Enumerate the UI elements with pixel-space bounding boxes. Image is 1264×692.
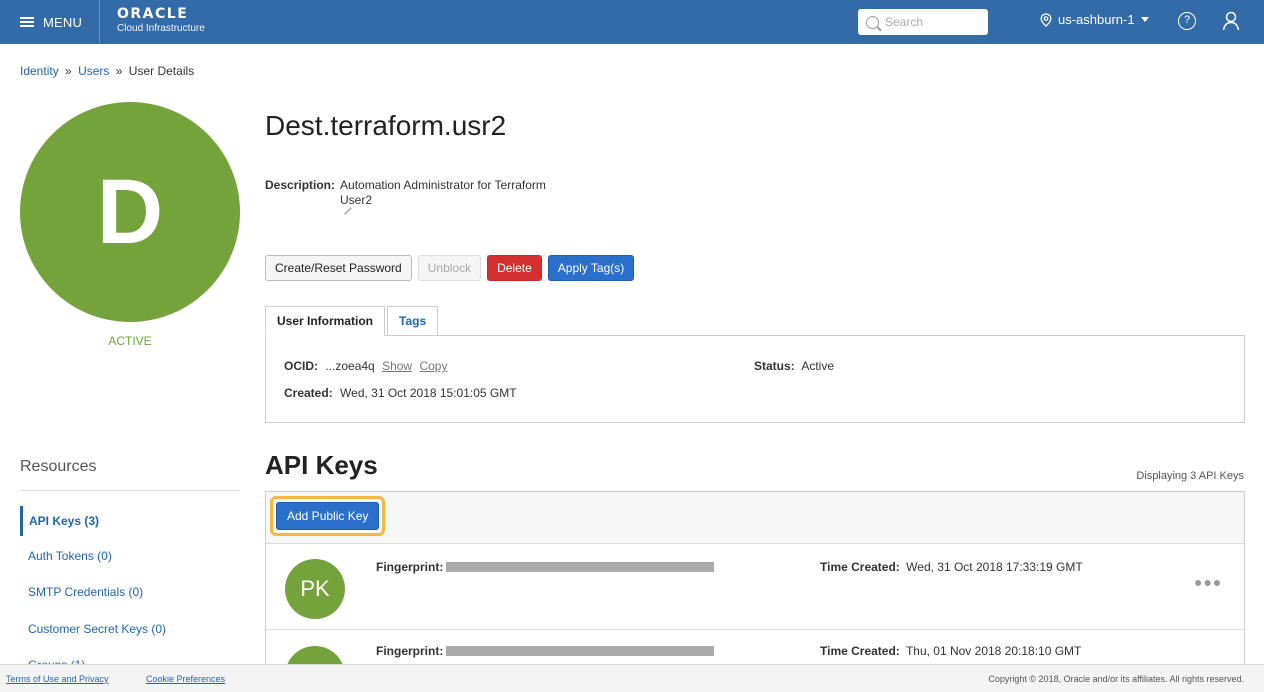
more-actions-icon[interactable]: ●●● <box>1194 574 1222 590</box>
api-keys-title: API Keys <box>265 450 378 480</box>
table-row: PK Fingerprint: Time Created: Wed, 31 Oc… <box>266 544 1244 630</box>
region-selector[interactable]: us-ashburn-1 <box>1040 12 1149 27</box>
ocid-copy-link[interactable]: Copy <box>419 359 447 373</box>
created-value: Wed, 31 Oct 2018 15:01:05 GMT <box>340 386 517 400</box>
fingerprint-label: Fingerprint: <box>376 644 444 658</box>
chevron-down-icon <box>1140 17 1149 22</box>
copyright-text: Copyright © 2018, Oracle and/or its affi… <box>988 674 1244 684</box>
tab-user-information[interactable]: User Information <box>265 306 386 336</box>
help-icon[interactable]: ? <box>1178 12 1196 30</box>
sidebar-item-smtp-credentials[interactable]: SMTP Credentials (0) <box>20 577 240 607</box>
breadcrumb-separator: » <box>115 64 123 78</box>
user-avatar: D <box>20 102 240 322</box>
key-avatar: PK <box>285 559 345 619</box>
ocid-value: ...zoea4q <box>325 359 375 373</box>
time-created: Time Created: Thu, 01 Nov 2018 20:18:10 … <box>820 644 1081 658</box>
table-row: PK Fingerprint: Time Created: Thu, 01 No… <box>266 631 1244 665</box>
breadcrumb: Identity » Users » User Details <box>20 64 194 78</box>
oracle-logo[interactable]: ORACLE Cloud Infrastructure <box>117 7 205 34</box>
time-created-label: Time Created: <box>820 644 900 658</box>
create-reset-password-button[interactable]: Create/Reset Password <box>265 255 412 281</box>
ocid-label: OCID: <box>284 359 318 373</box>
key-avatar: PK <box>285 646 345 665</box>
user-status-label: ACTIVE <box>108 334 152 348</box>
fingerprint-label: Fingerprint: <box>376 560 444 574</box>
breadcrumb-separator: » <box>65 64 72 78</box>
fingerprint-redacted <box>446 646 715 656</box>
sidebar-item-api-keys[interactable]: API Keys (3) <box>20 506 240 536</box>
status-label: Status: <box>754 359 795 373</box>
page-title: Dest.terraform.usr2 <box>265 110 507 141</box>
breadcrumb-users[interactable]: Users <box>78 64 109 78</box>
search-input[interactable] <box>885 15 981 29</box>
menu-button[interactable]: MENU <box>0 0 100 44</box>
region-label: us-ashburn-1 <box>1058 12 1135 27</box>
sidebar-item-auth-tokens[interactable]: Auth Tokens (0) <box>20 541 240 571</box>
edit-pencil-icon[interactable] <box>342 205 354 217</box>
time-created-label: Time Created: <box>820 560 900 574</box>
time-created-value: Wed, 31 Oct 2018 17:33:19 GMT <box>906 560 1083 574</box>
search-box[interactable] <box>858 9 988 35</box>
apply-tags-button[interactable]: Apply Tag(s) <box>547 255 635 281</box>
add-public-key-button[interactable]: Add Public Key <box>276 502 380 530</box>
resources-divider <box>20 490 240 491</box>
unblock-button[interactable]: Unblock <box>417 255 482 281</box>
footer: Terms of Use and Privacy Cookie Preferen… <box>0 664 1264 692</box>
fingerprint: Fingerprint: <box>376 560 715 574</box>
search-icon <box>866 15 879 29</box>
ocid-show-link[interactable]: Show <box>382 359 412 373</box>
description: Description: Automation Administrator fo… <box>265 178 560 208</box>
add-public-key-highlight: Add Public Key <box>270 496 386 536</box>
time-created: Time Created: Wed, 31 Oct 2018 17:33:19 … <box>820 560 1083 574</box>
description-label: Description: <box>265 178 336 192</box>
cookie-preferences-link[interactable]: Cookie Preferences <box>146 674 225 684</box>
breadcrumb-current: User Details <box>128 64 195 78</box>
api-keys-table: Add Public Key PK Fingerprint: Time Crea… <box>265 491 1245 666</box>
top-bar: MENU ORACLE Cloud Infrastructure us-ashb… <box>0 0 1264 44</box>
terms-link[interactable]: Terms of Use and Privacy <box>6 674 109 684</box>
created-label: Created: <box>284 386 333 400</box>
menu-label: MENU <box>43 14 83 30</box>
description-value: Automation Administrator for Terraform U… <box>340 178 546 207</box>
hamburger-icon <box>20 17 34 27</box>
resources-title: Resources <box>20 458 97 475</box>
status-row: Status: Active <box>754 359 834 373</box>
fingerprint-redacted <box>446 562 715 572</box>
location-pin-icon <box>1040 12 1052 27</box>
table-toolbar: Add Public Key <box>266 492 1244 544</box>
brand-logo-text: ORACLE <box>117 6 189 22</box>
created-row: Created: Wed, 31 Oct 2018 15:01:05 GMT <box>284 386 517 400</box>
action-bar: Create/Reset Password Unblock Delete App… <box>265 255 635 281</box>
brand-subtitle: Cloud Infrastructure <box>117 23 205 34</box>
tab-tags[interactable]: Tags <box>387 306 439 336</box>
ocid-row: OCID: ...zoea4q Show Copy <box>284 359 447 373</box>
status-value: Active <box>801 359 835 373</box>
detail-tabs: User Information Tags <box>265 306 439 336</box>
time-created-value: Thu, 01 Nov 2018 20:18:10 GMT <box>905 644 1082 658</box>
breadcrumb-identity[interactable]: Identity <box>20 64 59 78</box>
delete-button[interactable]: Delete <box>487 255 542 281</box>
avatar-letter: D <box>96 160 164 263</box>
fingerprint: Fingerprint: <box>376 644 715 658</box>
displaying-count: Displaying 3 API Keys <box>1136 470 1244 482</box>
sidebar-item-customer-secret-keys[interactable]: Customer Secret Keys (0) <box>20 614 240 644</box>
user-information-panel: OCID: ...zoea4q Show Copy Status: Active… <box>265 335 1245 423</box>
user-profile-icon[interactable] <box>1222 11 1240 31</box>
